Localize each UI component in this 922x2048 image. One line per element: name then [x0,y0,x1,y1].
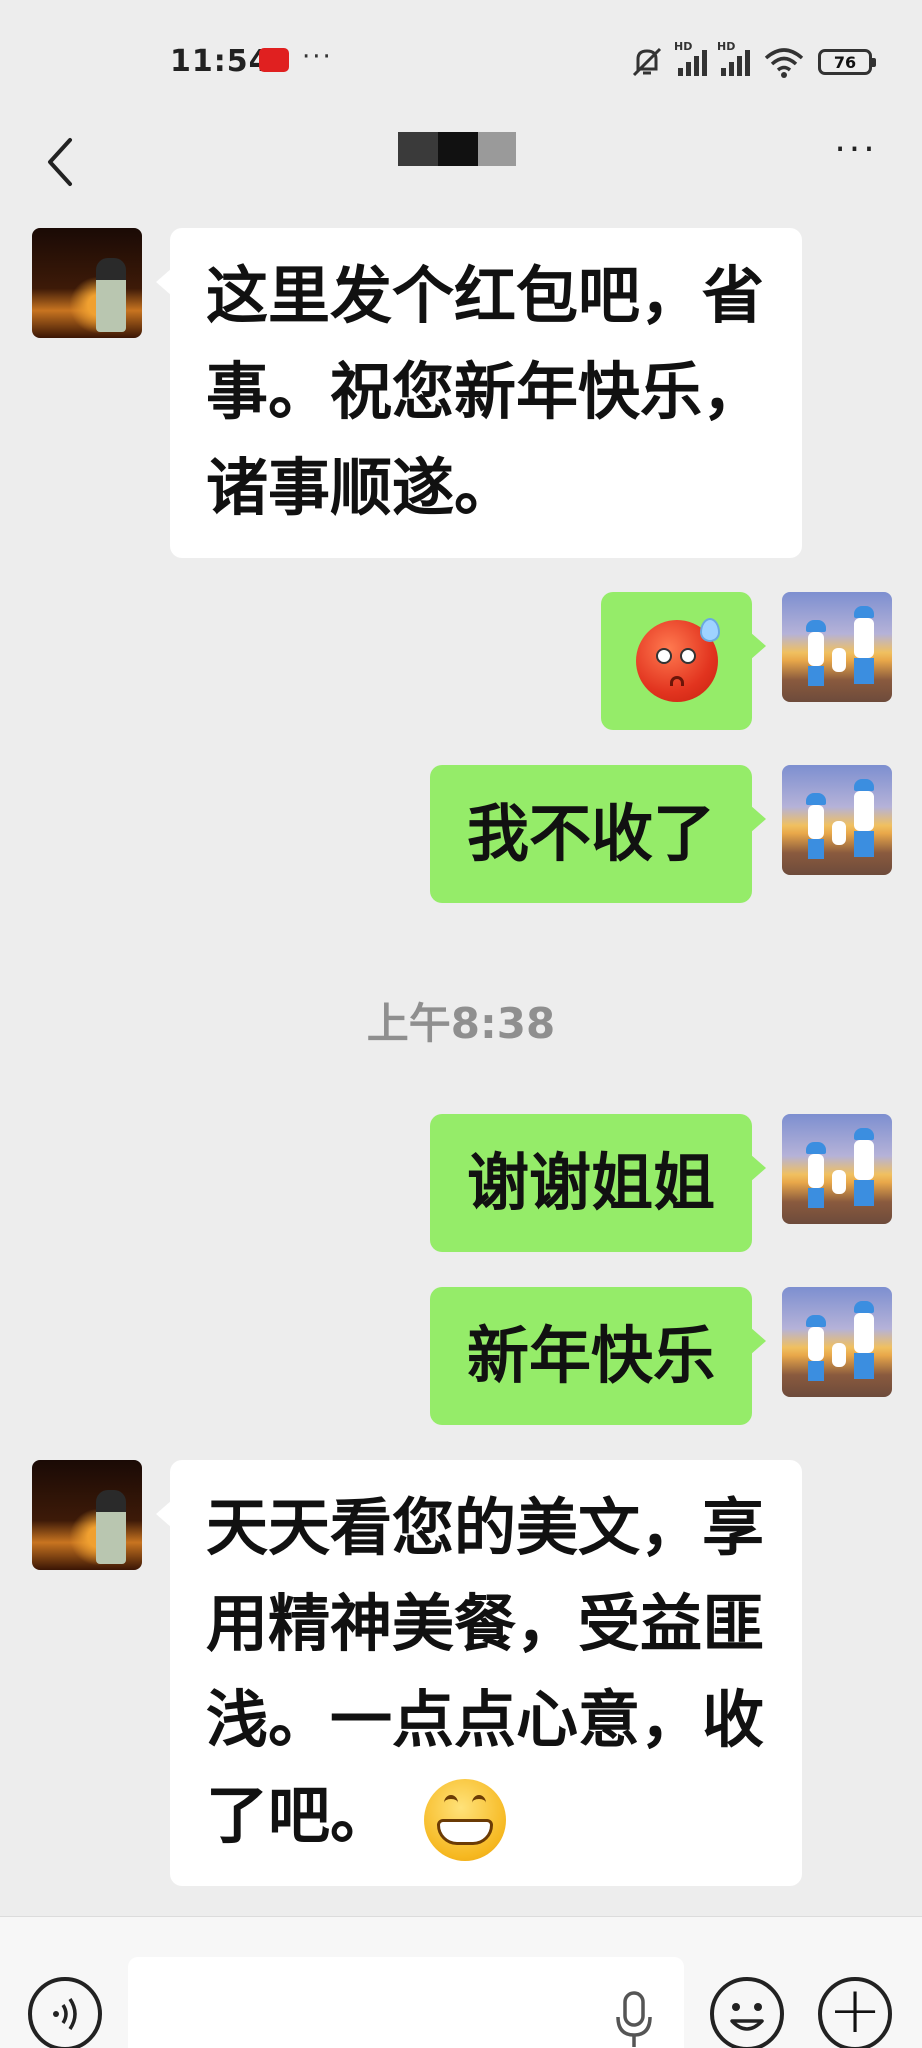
message-line: 了吧。 [206,1779,393,1852]
avatar-self[interactable] [782,1114,892,1224]
avatar-contact[interactable] [32,1460,142,1570]
message-text: 新年快乐 [466,1319,715,1392]
message-line: 诸事顺遂。 [206,451,517,524]
status-right-icons: HD HD 76 [630,40,876,82]
hd-label-2: HD [717,40,736,53]
voice-mode-icon[interactable] [28,1977,102,2048]
microphone-icon[interactable] [612,1989,656,2048]
message-bubble-sent[interactable]: 新年快乐 [430,1287,766,1425]
emoji-picker-icon[interactable] [710,1977,784,2048]
battery-icon: 76 [818,49,876,75]
flushed-face-emoji-icon [635,618,720,702]
hd-label: HD [674,40,693,53]
status-bar: 11:54 ··· HD HD 76 [0,0,922,110]
signal-icon: HD [674,40,707,76]
news-app-icon [259,48,289,72]
message-text: 我不收了 [466,797,715,870]
grinning-face-emoji-icon [423,1778,506,1861]
mute-icon [632,47,662,77]
message-bubble-sent[interactable] [601,592,766,730]
more-options-icon[interactable]: ··· [826,130,886,190]
message-text: 谢谢姐姐 [466,1146,715,1219]
avatar-contact[interactable] [32,228,142,338]
avatar-self[interactable] [782,765,892,875]
chat-header: ··· [0,110,922,210]
message-line-with-emoji: 了吧。 [206,1768,766,1864]
message-line: 天天看您的美文，享 [206,1491,765,1564]
message-bubble-received[interactable]: 天天看您的美文，享 用精神美餐，受益匪 浅。一点点心意，收 了吧。 [156,1460,802,1886]
message-line: 事。祝您新年快乐， [206,355,765,428]
message-line: 浅。一点点心意，收 [206,1683,765,1756]
message-input[interactable] [128,1957,684,2048]
status-more-icon: ··· [302,42,333,72]
message-timestamp: 上午8:38 [366,999,556,1048]
status-time: 11:54 [170,44,271,79]
message-bubble-sent[interactable]: 谢谢姐姐 [430,1114,766,1252]
wifi-icon [764,48,804,78]
back-arrow-icon[interactable] [40,132,84,192]
message-line: 用精神美餐，受益匪 [206,1587,765,1660]
chat-title-redacted [398,132,522,172]
signal-icon-2: HD [717,40,750,76]
avatar-self[interactable] [782,1287,892,1397]
message-line: 这里发个红包吧，省 [206,259,765,332]
input-bar: + [0,1916,922,2048]
add-attachment-icon[interactable]: + [818,1977,892,2048]
message-bubble-sent[interactable]: 我不收了 [430,765,766,903]
avatar-self[interactable] [782,592,892,702]
message-bubble-received[interactable]: 这里发个红包吧，省 事。祝您新年快乐， 诸事顺遂。 [156,228,802,558]
